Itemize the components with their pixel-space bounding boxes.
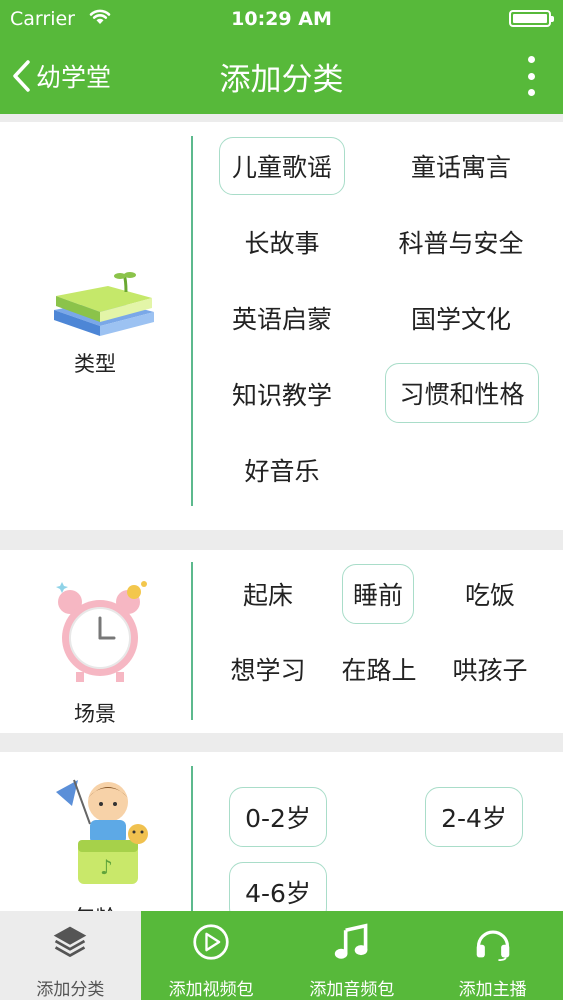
section-type: 类型 儿童歌谣 童话寓言 长故事 科普与安全 英语启蒙 国学文化 知识教学 习惯… <box>0 122 563 530</box>
category-label-type: 类型 <box>74 352 116 376</box>
chip-long-stories[interactable]: 长故事 <box>219 213 345 271</box>
chip-good-music[interactable]: 好音乐 <box>219 441 345 499</box>
section-age: ♪ 年龄 0-2岁 2-4岁 4-6岁 <box>0 752 563 930</box>
screen: Carrier 10:29 AM 幼学堂 添加分类 类型 儿童歌谣 童话寓言 长… <box>0 0 563 1000</box>
nav-bar: 幼学堂 添加分类 <box>0 38 563 114</box>
chip-soothe-child[interactable]: 哄孩子 <box>444 640 536 698</box>
tab-label: 添加视频包 <box>168 980 254 1000</box>
chip-habits[interactable]: 习惯和性格 <box>385 363 539 423</box>
layers-icon <box>54 926 87 957</box>
status-bar: Carrier 10:29 AM <box>0 0 563 38</box>
battery-icon <box>509 10 554 27</box>
chip-fairy-tales[interactable]: 童话寓言 <box>396 137 526 195</box>
chip-children-songs[interactable]: 儿童歌谣 <box>219 137 345 195</box>
tab-label: 添加分类 <box>36 980 105 1000</box>
header: Carrier 10:29 AM 幼学堂 添加分类 <box>0 0 563 114</box>
chip-on-the-road[interactable]: 在路上 <box>333 640 425 698</box>
chip-age-0-2[interactable]: 0-2岁 <box>229 787 327 847</box>
more-menu-icon[interactable] <box>527 56 535 96</box>
section-scene: 场景 起床 睡前 吃饭 想学习 在路上 哄孩子 <box>0 550 563 733</box>
divider <box>191 562 193 720</box>
divider <box>191 766 193 912</box>
chip-english[interactable]: 英语启蒙 <box>219 289 345 347</box>
tab-add-host[interactable]: 添加主播 <box>422 911 563 1000</box>
chip-want-to-learn[interactable]: 想学习 <box>222 640 314 698</box>
chip-mealtime[interactable]: 吃饭 <box>448 565 532 623</box>
books-icon <box>54 272 154 336</box>
svg-text:♪: ♪ <box>100 855 113 879</box>
play-circle-icon <box>193 924 229 960</box>
tab-add-video-pack[interactable]: 添加视频包 <box>141 911 282 1000</box>
tab-add-audio-pack[interactable]: 添加音频包 <box>282 911 423 1000</box>
chip-bedtime[interactable]: 睡前 <box>342 564 414 624</box>
tab-label: 添加音频包 <box>309 980 395 1000</box>
tab-label: 添加主播 <box>458 980 527 1000</box>
chip-chinese-culture[interactable]: 国学文化 <box>396 289 526 347</box>
tab-bar: 添加分类 添加视频包 添加音频包 添加主播 <box>0 911 563 1000</box>
category-label-scene: 场景 <box>74 702 116 726</box>
alarm-clock-icon <box>56 581 147 682</box>
headphones-icon <box>476 930 509 961</box>
chip-age-2-4[interactable]: 2-4岁 <box>425 787 523 847</box>
chip-knowledge[interactable]: 知识教学 <box>219 365 345 423</box>
status-time: 10:29 AM <box>231 8 332 30</box>
chip-science-safety[interactable]: 科普与安全 <box>388 213 534 271</box>
tab-add-category[interactable]: 添加分类 <box>0 911 141 1000</box>
music-note-icon <box>334 923 368 959</box>
divider <box>191 136 193 506</box>
child-with-blocks-icon: ♪ <box>56 779 148 884</box>
chip-wake-up[interactable]: 起床 <box>226 565 310 623</box>
page-title: 添加分类 <box>219 62 344 98</box>
